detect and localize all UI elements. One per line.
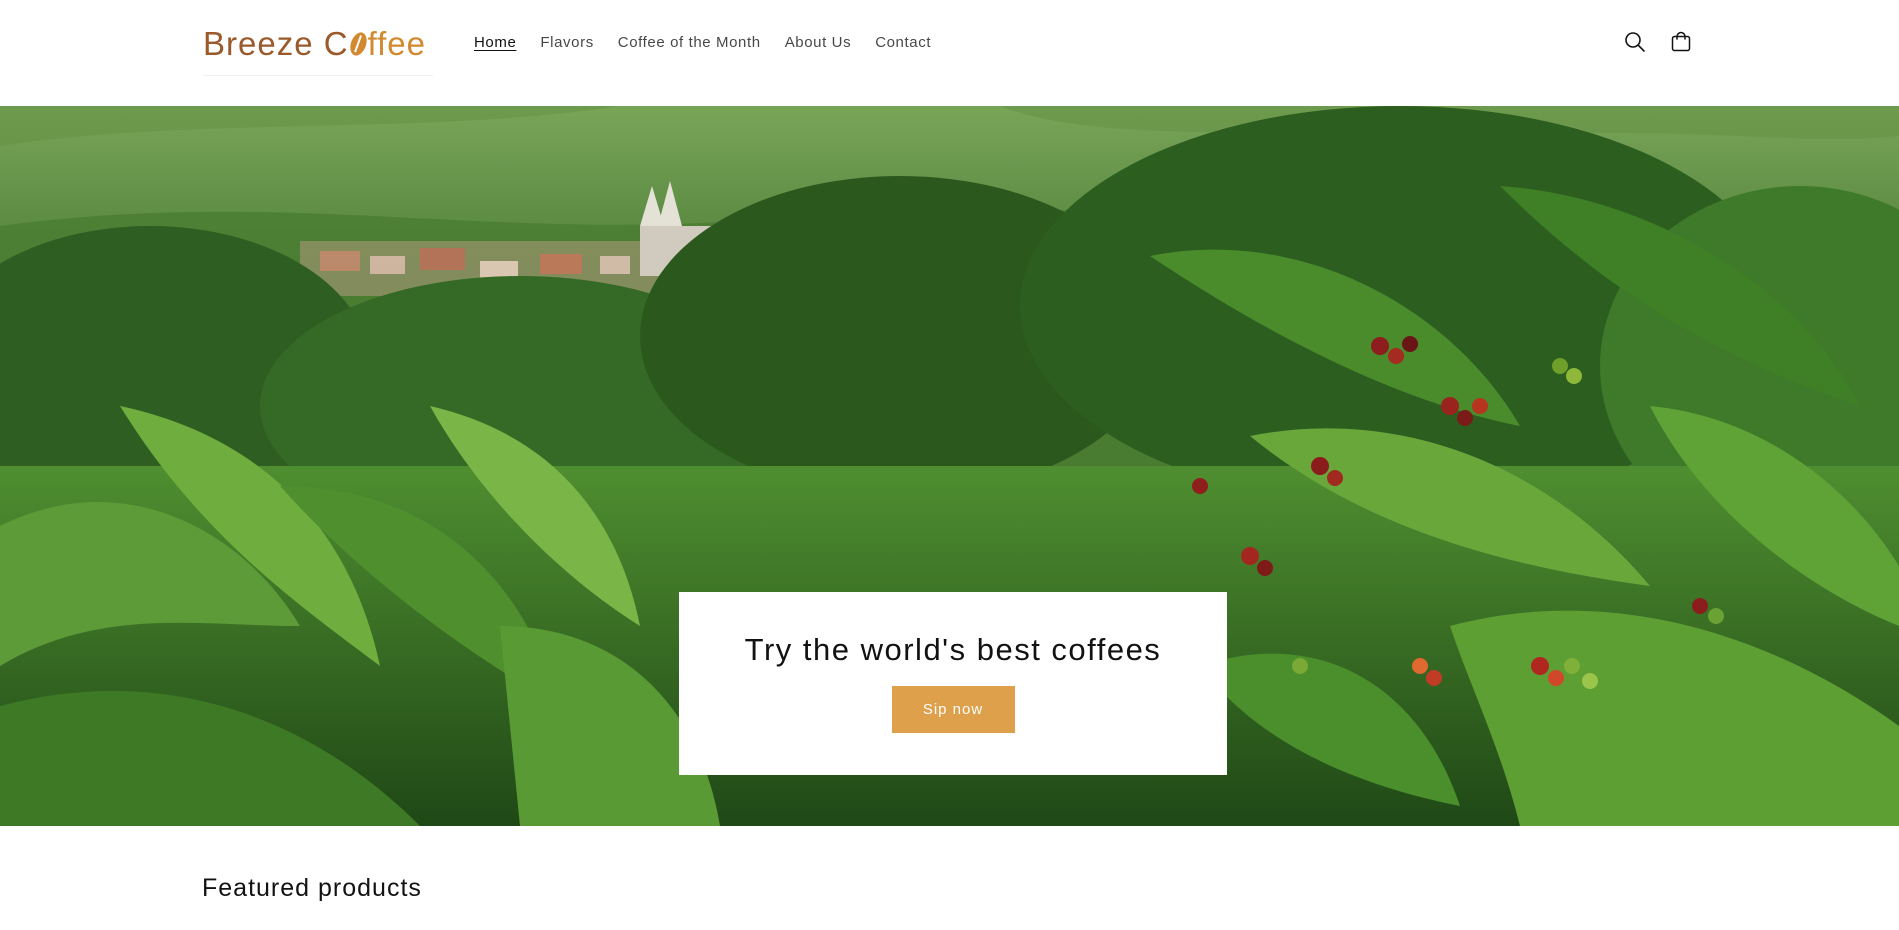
logo-link[interactable]: Breeze C ffee bbox=[203, 12, 433, 76]
nav-contact[interactable]: Contact bbox=[863, 28, 943, 57]
hero-banner: Try the world's best coffees Sip now bbox=[0, 106, 1899, 826]
nav-flavors[interactable]: Flavors bbox=[528, 28, 605, 57]
nav-coffee-of-the-month[interactable]: Coffee of the Month bbox=[606, 28, 773, 57]
cart-icon[interactable] bbox=[1666, 22, 1696, 62]
logo-text-part-1: Breeze C bbox=[203, 24, 349, 62]
coffee-bean-icon bbox=[346, 29, 370, 58]
main-nav: Home Flavors Coffee of the Month About U… bbox=[462, 28, 943, 57]
nav-about-us[interactable]: About Us bbox=[773, 28, 864, 57]
hero-title: Try the world's best coffees bbox=[744, 632, 1162, 667]
logo-text-part-2: ffee bbox=[367, 24, 427, 62]
site-header: Breeze C ffee Home Flavors Coffee of the … bbox=[0, 0, 1899, 106]
sip-now-button[interactable]: Sip now bbox=[891, 686, 1015, 733]
nav-home[interactable]: Home bbox=[462, 28, 528, 57]
featured-products-heading: Featured products bbox=[202, 874, 422, 902]
search-icon[interactable] bbox=[1620, 22, 1650, 62]
header-actions bbox=[1620, 22, 1696, 62]
hero-content-box: Try the world's best coffees Sip now bbox=[679, 592, 1227, 775]
brand-logo: Breeze C ffee bbox=[203, 25, 426, 63]
